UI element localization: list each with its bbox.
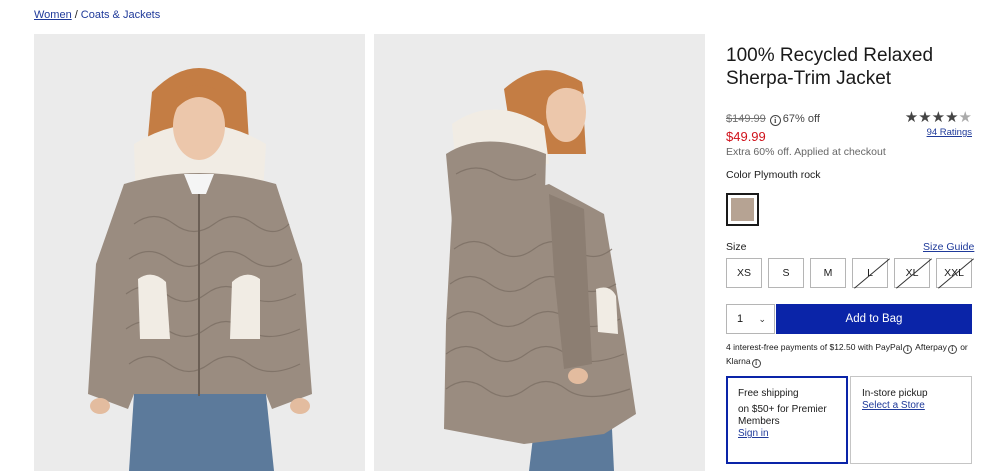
size-option-s[interactable]: S [768,258,804,288]
color-swatch-plymouth-rock[interactable] [726,193,759,226]
or-text: or [960,342,968,352]
select-store-link[interactable]: Select a Store [862,400,960,412]
chevron-down-icon: ⌄ [758,313,766,324]
product-image-front[interactable] [34,34,365,471]
afterpay-info-icon[interactable]: i [947,345,957,354]
quantity-select[interactable]: 1 ⌄ [726,304,775,334]
size-option-xxl[interactable]: XXL [936,258,972,288]
rating-summary: ★★★★★ 94 Ratings [890,110,972,139]
size-option-l[interactable]: L [852,258,888,288]
size-option-xs[interactable]: XS [726,258,762,288]
swatch-fill [731,198,754,221]
size-option-xl[interactable]: XL [894,258,930,288]
breadcrumb-link-coats-jackets[interactable]: Coats & Jackets [81,9,160,21]
star-rating-icon[interactable]: ★★★★★ [890,110,972,126]
in-store-pickup-option[interactable]: In-store pickup Select a Store [850,376,972,464]
quantity-value: 1 [737,313,744,325]
original-price: $149.99 [726,113,766,125]
paypal-label: PayPal [875,342,903,352]
full-stars: ★★★★ [904,109,959,126]
jacket-front-illustration [34,34,365,471]
extra-discount-note: Extra 60% off. Applied at checkout [726,146,886,158]
color-label: Color Plymouth rock [726,169,821,181]
percent-off: 67% off [782,113,820,125]
ratings-count-link[interactable]: 94 Ratings [890,127,972,138]
free-shipping-option[interactable]: Free shipping on $50+ for Premier Member… [726,376,848,464]
installments-text: 4 interest-free payments of $12.50 with [726,342,873,352]
product-image-side[interactable] [374,34,705,471]
paypal-info-icon[interactable]: i [903,345,913,354]
info-icon[interactable]: i [769,115,781,126]
breadcrumb-separator: / [74,9,78,21]
jacket-side-illustration [374,34,705,471]
shipping-title: Free shipping [738,388,799,399]
pickup-title: In-store pickup [862,388,928,399]
half-star-icon: ★ [958,109,972,126]
sign-in-link[interactable]: Sign in [738,428,836,440]
shipping-detail: on $50+ for Premier Members [738,404,827,427]
size-selector: XS S M L XL XXL [726,258,972,288]
afterpay-label: Afterpay [915,342,947,352]
payment-options-text: 4 interest-free payments of $12.50 with … [726,340,976,368]
breadcrumb: Women / Coats & Jackets [34,9,160,21]
product-title: 100% Recycled Relaxed Sherpa-Trim Jacket [726,45,934,89]
size-guide-link[interactable]: Size Guide [923,241,974,253]
breadcrumb-link-women[interactable]: Women [34,9,72,21]
klarna-info-icon[interactable]: i [751,359,761,368]
klarna-label: Klarna [726,356,751,366]
size-label: Size [726,241,747,253]
size-option-m[interactable]: M [810,258,846,288]
add-to-bag-button[interactable]: Add to Bag [776,304,972,334]
